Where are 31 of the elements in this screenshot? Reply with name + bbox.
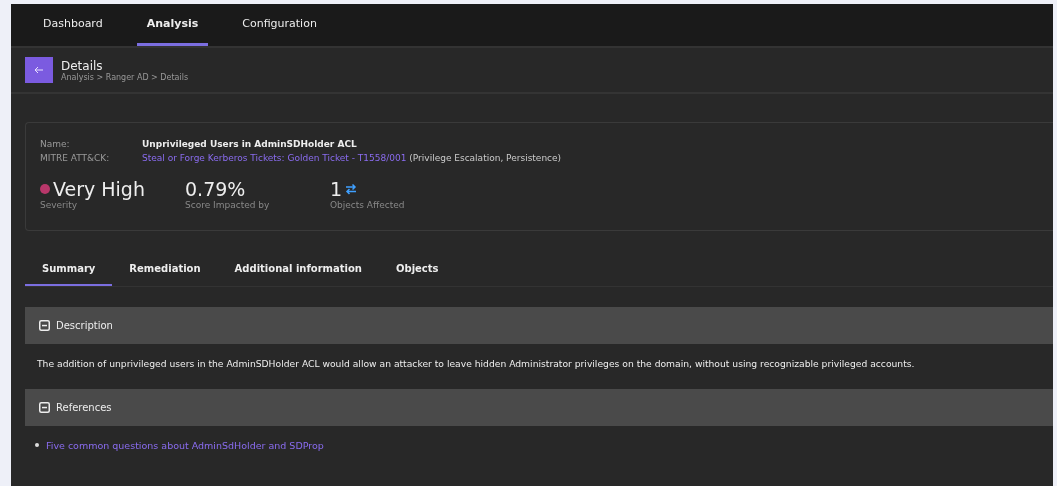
back-arrow-icon [34,66,44,74]
section-title: References [56,401,112,413]
stat-value: 0.79% [185,179,246,200]
nav-tab[interactable]: Dashboard [33,4,113,46]
collapse-icon[interactable] [39,319,50,331]
nav-tab[interactable]: Configuration [232,4,327,46]
field-label: Name: [40,139,71,149]
stat-label: Objects Affected [330,199,406,210]
field-value: Steal or Forge Kerberos Tickets: Golden Ticket - T1558/001 (Privilege Escalation, Persistence) [142,153,563,163]
description-text: The addition of unprivileged users in the AdminSDHolder ACL would allow an attacker to leave hidden Administrator privileges on the domain, without using recognizable privileged accounts. [36,357,916,369]
detail-tab[interactable]: Objects [379,250,456,286]
bullet-icon [35,443,39,448]
section-header[interactable]: References [25,388,1053,426]
nav-tab[interactable]: Analysis [136,4,209,46]
field-value: Unprivileged Users in AdminSDHolder ACL [142,139,358,149]
stat-value: 1 [330,179,343,200]
section-title: Description [56,319,113,331]
breadcrumb: Analysis > Ranger AD > Details [61,72,189,82]
field-label: MITRE ATT&CK: [40,153,111,163]
reference-link[interactable]: Five common questions about AdminSdHolder and SDProp [46,439,324,451]
section-header[interactable]: Description [25,306,1053,344]
detail-tab[interactable]: Summary [25,250,113,286]
stat-value: Very High [53,179,145,200]
collapse-icon[interactable] [39,401,50,413]
page-title: Details [61,58,104,73]
swap-arrows-icon[interactable] [345,183,358,196]
stat-label: Score Impacted by [185,199,271,210]
mitre-link[interactable]: Steal or Forge Kerberos Tickets: Golden Ticket - T1558/001 [142,153,407,163]
detail-tab[interactable]: Remediation [112,250,218,286]
detail-tab[interactable]: Additional information [217,250,379,286]
stat-label: Severity [40,199,78,210]
